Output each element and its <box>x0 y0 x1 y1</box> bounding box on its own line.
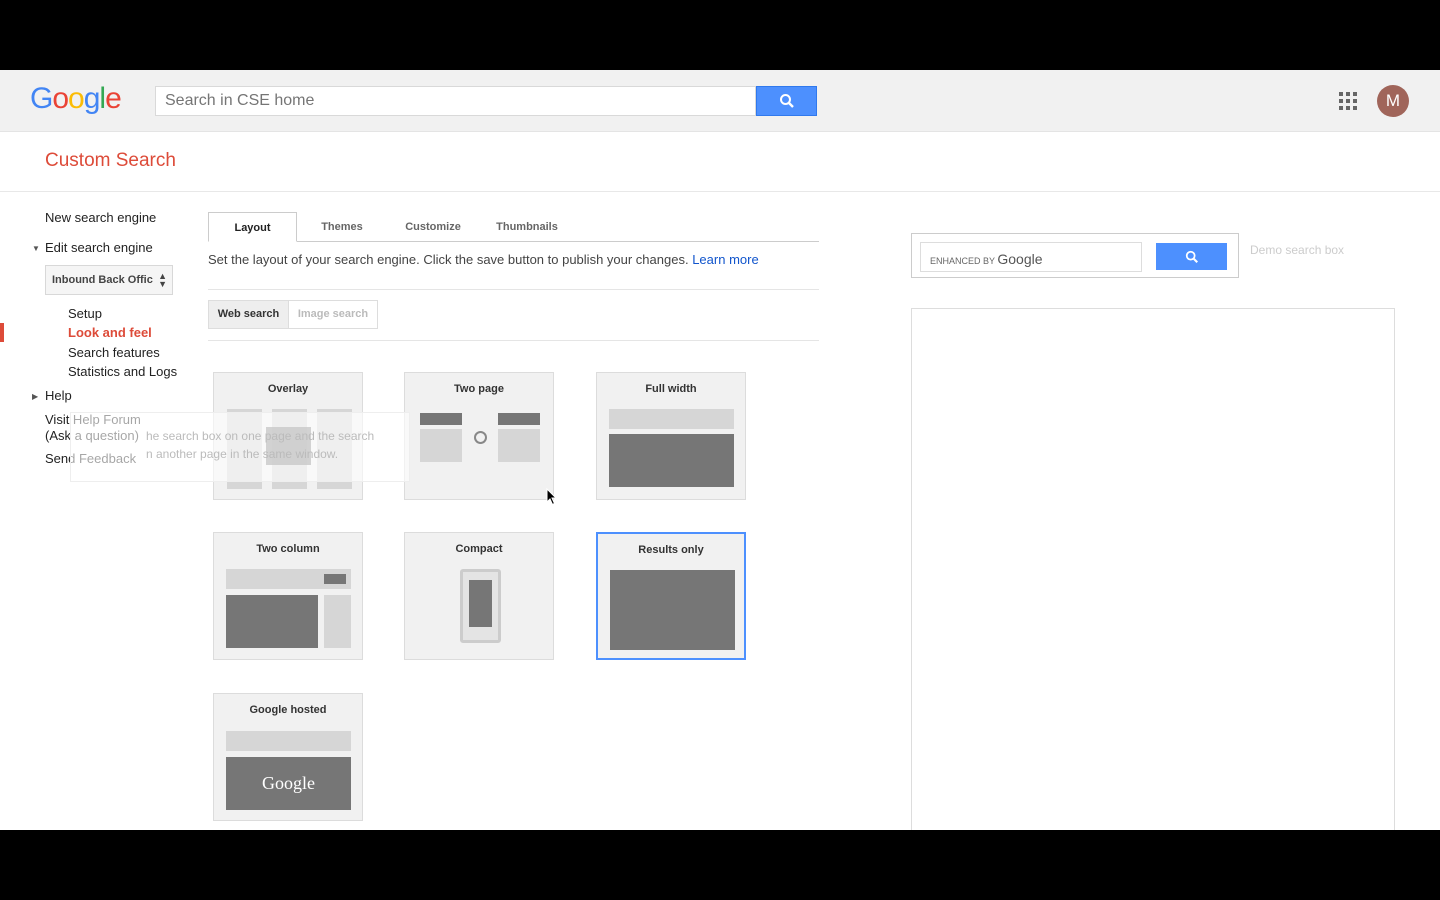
layout-description: Set the layout of your search engine. Cl… <box>208 252 759 267</box>
tooltip-line: he search box on one page and the search <box>146 429 375 443</box>
enhanced-by-label: ENHANCED BY <box>930 256 995 266</box>
demo-search-button[interactable] <box>1156 243 1227 270</box>
layout-card-two-column[interactable]: Two column <box>213 532 363 660</box>
divider <box>208 289 819 290</box>
select-arrows-icon: ▲ ▼ <box>158 271 167 289</box>
layout-preview-block <box>226 595 318 648</box>
sidebar-item-edit-engine[interactable]: Edit search engine <box>45 240 153 255</box>
product-header: Custom Search <box>0 132 1440 192</box>
layout-preview-block <box>498 413 540 425</box>
layout-label: Overlay <box>267 383 309 395</box>
layout-label: Two column <box>256 543 320 555</box>
layout-tooltip: he search box on one page and the search… <box>70 412 410 482</box>
search-button[interactable] <box>756 86 817 116</box>
search-icon <box>779 94 794 108</box>
layout-label: Full width <box>645 383 697 395</box>
layout-card-google-hosted[interactable]: Google hosted Google <box>213 693 363 821</box>
google-hosted-logo: Google <box>226 757 351 810</box>
page-title[interactable]: Custom Search <box>45 150 176 172</box>
layout-preview-block <box>324 574 346 584</box>
image-search-toggle[interactable]: Image search <box>288 300 378 329</box>
layout-label: Two page <box>454 383 504 395</box>
layout-preview-block <box>610 570 735 650</box>
layout-preview-block <box>324 595 351 648</box>
description-text: Set the layout of your search engine. Cl… <box>208 252 689 267</box>
demo-search-box: ENHANCED BY Google <box>911 233 1239 278</box>
layout-label: Google hosted <box>249 704 327 716</box>
google-logo[interactable]: Google <box>30 82 122 116</box>
web-search-toggle[interactable]: Web search <box>208 300 289 329</box>
layout-card-full-width[interactable]: Full width <box>596 372 746 500</box>
layout-card-two-page[interactable]: Two page <box>404 372 554 500</box>
sidebar-item-help[interactable]: Help <box>45 388 72 403</box>
apps-grid-icon[interactable] <box>1339 92 1357 110</box>
layout-preview-block <box>420 429 462 462</box>
tooltip-line: n another page in the same window. <box>146 447 339 461</box>
tab-layout[interactable]: Layout <box>208 212 297 242</box>
layout-label: Compact <box>455 543 503 555</box>
tab-themes[interactable]: Themes <box>303 212 381 242</box>
search-icon <box>1185 250 1198 263</box>
sidebar-item-search-features[interactable]: Search features <box>68 345 160 360</box>
sidebar-item-look-and-feel[interactable]: Look and feel <box>68 325 152 340</box>
layout-preview-block <box>469 580 492 627</box>
avatar[interactable]: M <box>1377 85 1409 117</box>
engine-select-value: Inbound Back Offic <box>52 274 153 286</box>
tab-customize[interactable]: Customize <box>388 212 478 242</box>
learn-more-link[interactable]: Learn more <box>692 252 758 267</box>
top-bar: Google M <box>0 70 1440 132</box>
layout-card-compact[interactable]: Compact <box>404 532 554 660</box>
demo-search-label: Demo search box <box>1250 243 1345 257</box>
chevron-right-icon[interactable]: ▶ <box>32 392 38 401</box>
arrow-circle-icon <box>474 431 487 444</box>
layout-label: Results only <box>638 544 704 556</box>
sidebar-item-setup[interactable]: Setup <box>68 306 102 321</box>
tab-bar: Layout Themes Customize Thumbnails <box>208 212 819 242</box>
layout-preview-block <box>226 731 351 751</box>
divider <box>208 340 819 341</box>
browser-viewport: Google M Custom Search New search engine… <box>0 70 1440 830</box>
layout-preview-block <box>420 413 462 425</box>
search-input[interactable] <box>155 86 756 116</box>
layout-card-results-only[interactable]: Results only <box>596 532 746 660</box>
mouse-cursor-icon <box>546 488 558 506</box>
layout-preview-block <box>609 409 734 429</box>
demo-search-input[interactable]: ENHANCED BY Google <box>920 242 1142 272</box>
chevron-down-icon[interactable]: ▼ <box>32 244 40 253</box>
layout-preview-block <box>609 434 734 487</box>
sidebar-item-statistics[interactable]: Statistics and Logs <box>68 364 177 379</box>
results-preview-panel <box>911 308 1395 830</box>
enhanced-by-brand: Google <box>997 251 1043 267</box>
sidebar-item-new-engine[interactable]: New search engine <box>45 210 156 225</box>
tab-thumbnails[interactable]: Thumbnails <box>484 212 570 242</box>
active-indicator <box>0 323 4 342</box>
engine-select[interactable]: Inbound Back Offic ▲ ▼ <box>45 265 173 295</box>
layout-preview-block <box>498 429 540 462</box>
